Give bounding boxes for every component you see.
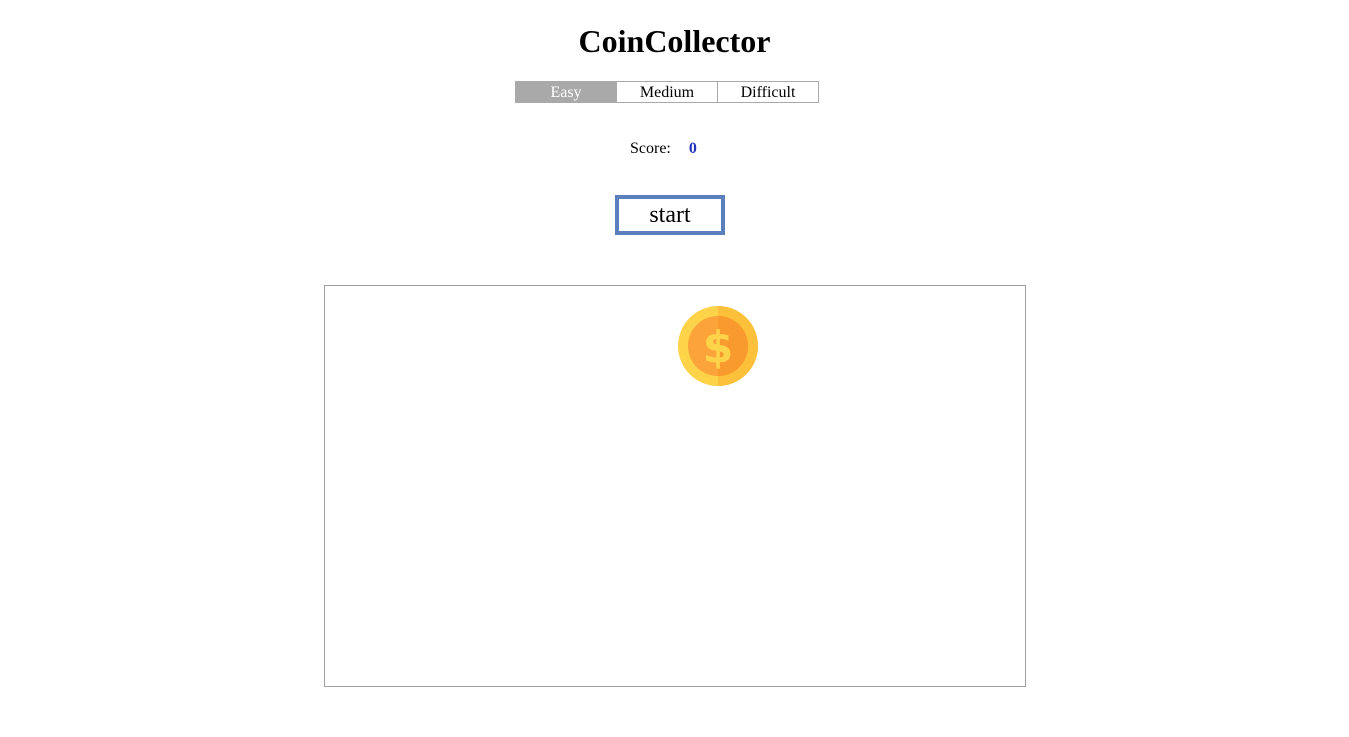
start-button[interactable]: start — [615, 195, 725, 235]
game-title: CoinCollector — [578, 23, 771, 59]
coin-symbol: $ — [703, 322, 734, 373]
score-label: Score: — [630, 140, 671, 157]
dollar-coin-icon[interactable]: $ — [678, 306, 758, 386]
level-difficult-button[interactable]: Difficult — [717, 81, 819, 103]
score-value: 0 — [688, 140, 697, 157]
game-page: CoinCollector Easy Medium Difficult Scor… — [0, 0, 1349, 737]
level-easy-button[interactable]: Easy — [515, 81, 617, 103]
score-display: Score: 0 — [630, 139, 697, 159]
game-board[interactable]: $ — [324, 285, 1026, 687]
difficulty-selector: Easy Medium Difficult — [515, 81, 819, 103]
level-medium-button[interactable]: Medium — [616, 81, 718, 103]
